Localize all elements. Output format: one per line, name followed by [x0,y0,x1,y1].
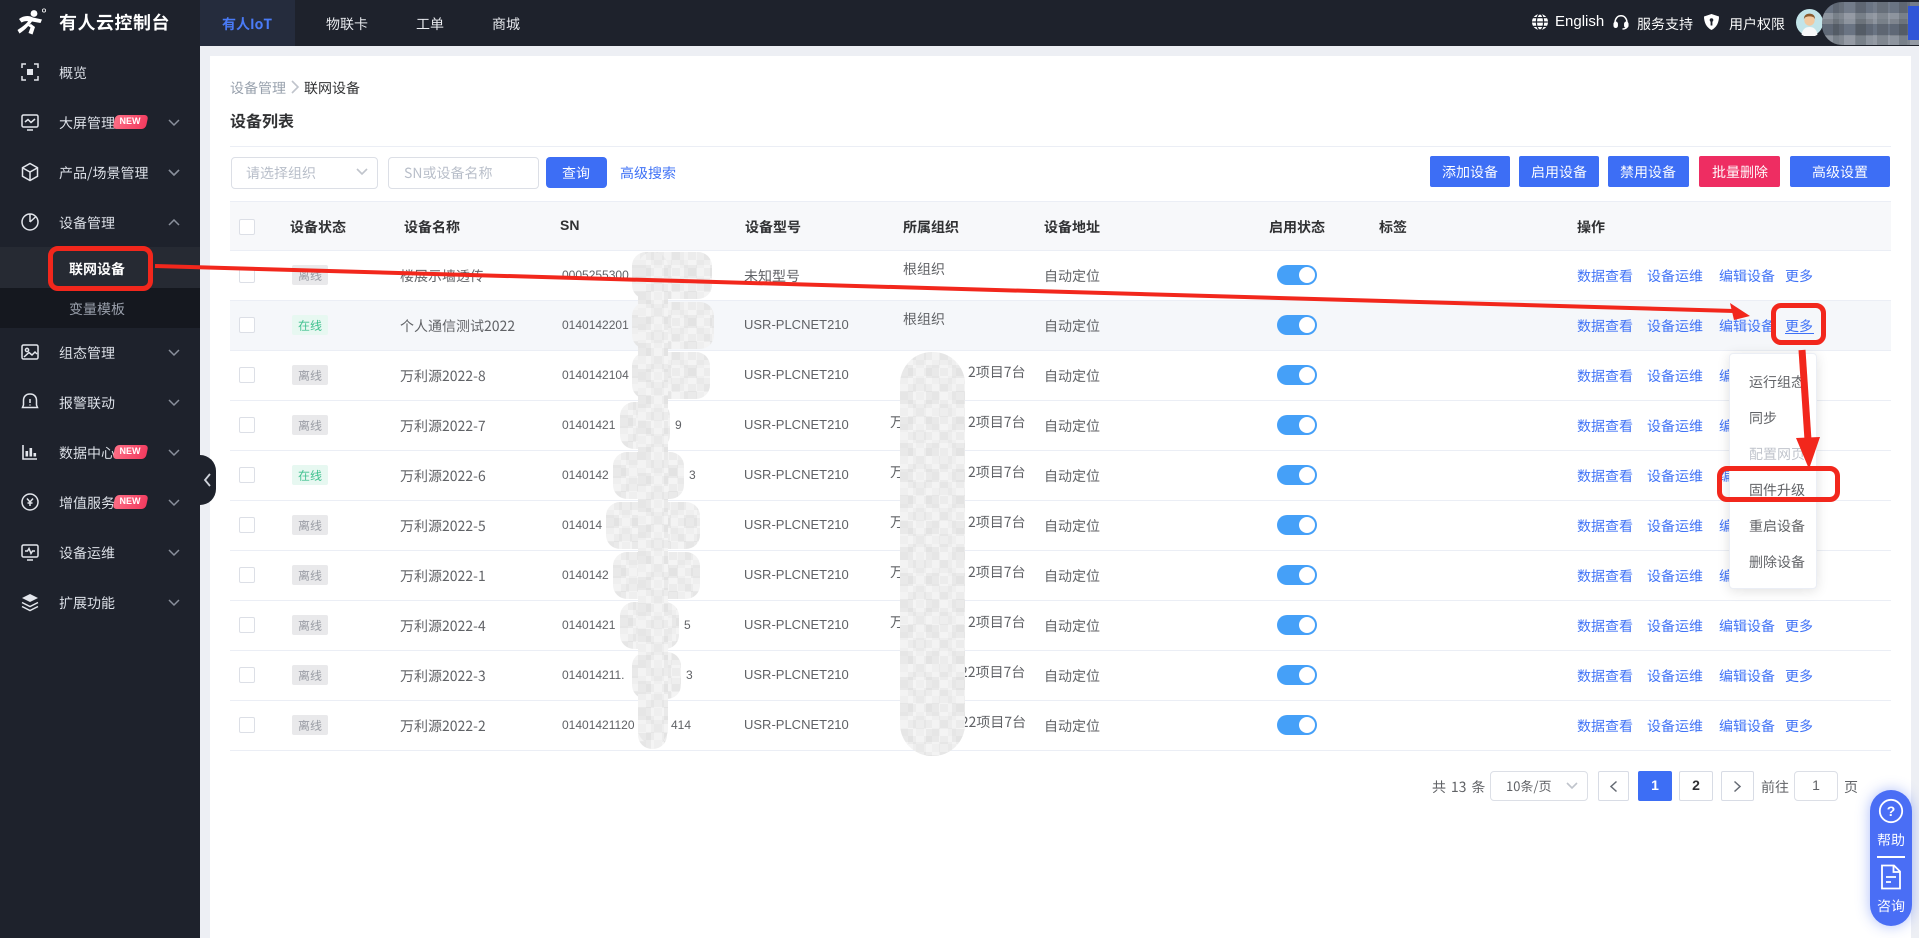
svg-text:?: ? [1887,803,1896,819]
